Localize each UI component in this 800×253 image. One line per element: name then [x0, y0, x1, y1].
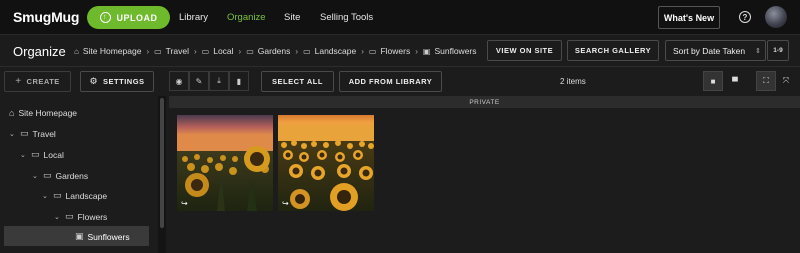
- chevron-down-icon[interactable]: ⌄: [20, 151, 27, 159]
- tree-item-label: Local: [43, 149, 64, 160]
- grid-view-icon[interactable]: ■: [703, 71, 723, 91]
- breadcrumb-flowers[interactable]: Flowers: [380, 46, 410, 56]
- share-icon[interactable]: ↪: [181, 199, 188, 208]
- breadcrumb-landscape[interactable]: Landscape: [315, 46, 357, 56]
- sort-select-value: Sort by Date Taken: [673, 45, 746, 56]
- chevron-right-icon: ›: [361, 46, 364, 56]
- breadcrumb-gardens[interactable]: Gardens: [258, 46, 291, 56]
- chevron-down-icon[interactable]: ⌄: [42, 192, 49, 200]
- whats-new-button[interactable]: What's New: [658, 6, 720, 29]
- view-on-site-button[interactable]: VIEW ON SITE: [487, 40, 562, 61]
- share-icon[interactable]: ↪: [282, 199, 289, 208]
- sunflower-photo-2[interactable]: ↪: [278, 115, 374, 211]
- chevron-updown-icon: ⇕: [755, 47, 761, 55]
- gallery-icon: ▣: [75, 231, 84, 241]
- tree-item-local[interactable]: ⌄ ▭ Local: [20, 149, 64, 160]
- folder-icon: ▭: [246, 46, 254, 56]
- items-count: 2 items: [560, 77, 586, 86]
- gear-icon: ⚙: [89, 76, 99, 86]
- top-bar: SmugMug ↑ UPLOAD Library Organize Site S…: [0, 0, 800, 35]
- gallery-icon: ▣: [422, 46, 431, 56]
- create-label: CREATE: [26, 77, 60, 86]
- nav-site[interactable]: Site: [284, 12, 300, 23]
- chevron-down-icon[interactable]: ⌄: [32, 172, 39, 180]
- chevron-right-icon: ›: [295, 46, 299, 56]
- page-title: Organize: [13, 44, 66, 59]
- tree-item-flowers[interactable]: ⌄ ▭ Flowers: [54, 211, 107, 222]
- folder-open-icon: ▭: [53, 190, 62, 200]
- chevron-right-icon: ›: [415, 46, 418, 56]
- chevron-right-icon: ›: [146, 46, 150, 56]
- tree-item-label: Travel: [32, 128, 56, 139]
- home-icon: ⌂: [9, 108, 15, 118]
- photo-thumbnail: [278, 115, 374, 211]
- privacy-banner: PRIVATE: [169, 96, 800, 108]
- tree-item-landscape[interactable]: ⌄ ▭ Landscape: [42, 190, 107, 201]
- upload-icon: ↑: [99, 12, 111, 23]
- organize-header: Organize ⌂ Site Homepage › ▭ Travel › ▭ …: [0, 35, 800, 67]
- download-icon[interactable]: ⤓: [209, 71, 229, 91]
- fullscreen-icon[interactable]: ⛶: [756, 71, 776, 91]
- collapse-icon[interactable]: ⤧: [776, 71, 796, 91]
- chevron-down-icon[interactable]: ⌄: [54, 213, 61, 221]
- breadcrumb: ⌂ Site Homepage › ▭ Travel › ▭ Local › ▭…: [74, 46, 477, 56]
- folder-open-icon: ▭: [65, 211, 74, 221]
- tree-item-gardens[interactable]: ⌄ ▭ Gardens: [32, 170, 88, 181]
- nav-library[interactable]: Library: [179, 12, 208, 23]
- nav-selling-tools[interactable]: Selling Tools: [320, 12, 373, 23]
- sort-select[interactable]: Sort by Date Taken ⇕: [665, 40, 766, 61]
- breadcrumb-local[interactable]: Local: [213, 46, 233, 56]
- help-icon[interactable]: ?: [739, 11, 751, 23]
- sidebar-scroll-thumb[interactable]: [160, 98, 164, 228]
- folder-icon: ▭: [368, 46, 377, 56]
- tree-item-label: Flowers: [77, 211, 108, 222]
- wrench-icon[interactable]: ✎: [189, 71, 209, 91]
- folder-open-icon: ▭: [43, 170, 52, 180]
- tree-item-travel[interactable]: ⌄ ▭ Travel: [9, 128, 56, 139]
- eye-icon[interactable]: ◉: [169, 71, 189, 91]
- tree-item-label: Site Homepage: [18, 108, 78, 118]
- settings-button[interactable]: ⚙ SETTINGS: [80, 71, 154, 92]
- search-gallery-button[interactable]: SEARCH GALLERY: [567, 40, 659, 61]
- settings-label: SETTINGS: [103, 77, 145, 86]
- tree-item-sunflowers[interactable]: ▣ Sunflowers: [75, 231, 130, 242]
- breadcrumb-sunflowers: Sunflowers: [434, 46, 477, 56]
- folder-open-icon: ▭: [31, 149, 40, 159]
- sunflower-photo-1[interactable]: ↪: [177, 115, 273, 211]
- nav-organize[interactable]: Organize: [227, 12, 266, 23]
- folder-icon: ▭: [303, 46, 311, 56]
- avatar[interactable]: [765, 6, 787, 28]
- folder-icon: ▭: [201, 46, 210, 56]
- create-button[interactable]: + CREATE: [4, 71, 71, 92]
- chevron-right-icon: ›: [193, 46, 197, 56]
- upload-button[interactable]: ↑ UPLOAD: [87, 6, 170, 29]
- tree-item-label: Sunflowers: [87, 231, 130, 242]
- range-label[interactable]: 1-9: [767, 40, 789, 61]
- tree-item-site-homepage[interactable]: ⌂ Site Homepage: [9, 108, 77, 118]
- trash-icon[interactable]: ▮: [229, 71, 249, 91]
- upload-label: UPLOAD: [116, 12, 158, 23]
- tree-item-label: Gardens: [55, 170, 89, 181]
- breadcrumb-travel[interactable]: Travel: [166, 46, 189, 56]
- tree-item-label: Landscape: [65, 190, 108, 201]
- plus-icon: +: [15, 76, 22, 87]
- folder-open-icon: ▭: [20, 128, 29, 138]
- add-from-library-button[interactable]: ADD FROM LIBRARY: [339, 71, 442, 92]
- large-view-icon[interactable]: ▀: [725, 71, 745, 91]
- photo-thumbnail: [177, 115, 273, 211]
- select-all-button[interactable]: SELECT ALL: [261, 71, 334, 92]
- chevron-down-icon[interactable]: ⌄: [9, 130, 16, 138]
- folder-icon: ▭: [154, 46, 162, 56]
- chevron-right-icon: ›: [238, 46, 242, 56]
- home-icon: ⌂: [74, 46, 79, 56]
- toolbar: + CREATE ⚙ SETTINGS ◉ ✎ ⤓ ▮ SELECT ALL A…: [0, 67, 800, 96]
- breadcrumb-site-homepage[interactable]: Site Homepage: [83, 46, 142, 56]
- smugmug-logo[interactable]: SmugMug: [13, 9, 79, 25]
